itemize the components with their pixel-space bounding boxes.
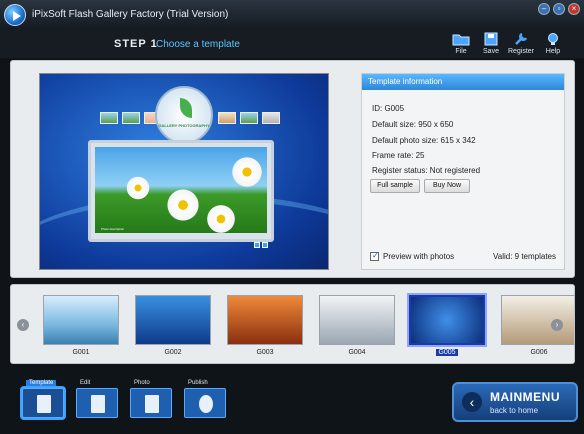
preview-photo: Photo description <box>95 147 267 233</box>
window-title: iPixSoft Flash Gallery Factory (Trial Ve… <box>32 9 229 20</box>
preview-thumb <box>100 112 118 124</box>
gallery-item[interactable]: G006 <box>501 295 574 356</box>
nav-photo-box[interactable] <box>130 388 172 418</box>
gallery-item-label: G004 <box>348 349 366 356</box>
preview-thumb <box>218 112 236 124</box>
app-logo-icon <box>4 4 26 26</box>
bottom-nav: Template Edit Photo Publish ‹ MAINMENU b… <box>0 368 584 434</box>
nav-label: Photo <box>134 380 150 386</box>
template-thumb <box>501 295 574 345</box>
template-thumb <box>43 295 119 345</box>
default-photo-size: Default photo size: 615 x 342 <box>372 136 476 145</box>
gallery-item[interactable]: G004 <box>319 295 395 356</box>
gallery-badge: GALLERY PHOTOGRAPHY <box>155 86 213 144</box>
title-bar: iPixSoft Flash Gallery Factory (Trial Ve… <box>0 0 584 30</box>
daisy <box>230 155 264 189</box>
gallery-next-icon[interactable]: › <box>551 319 563 331</box>
template-info-title: Template information <box>362 74 564 90</box>
folder-icon <box>452 34 470 46</box>
help-button[interactable]: Help <box>538 32 568 55</box>
step-header: STEP 1 Choose a template File Save Regis… <box>0 30 584 58</box>
template-thumb <box>227 295 303 345</box>
nav-template[interactable]: Template <box>18 380 68 422</box>
gallery-item-label: G001 <box>72 349 90 356</box>
gallery-item[interactable]: G001 <box>43 295 119 356</box>
default-size: Default size: 950 x 650 <box>372 120 454 129</box>
frame-rate: Frame rate: 25 <box>372 151 425 160</box>
save-button[interactable]: Save <box>476 32 506 55</box>
photo-frame: Photo description <box>88 140 274 242</box>
preview-thumb <box>122 112 140 124</box>
template-info-panel: Template information ID: G005 Default si… <box>361 73 565 270</box>
nav-edit[interactable]: Edit <box>72 380 122 422</box>
template-thumb <box>407 293 487 347</box>
valid-templates-count: Valid: 9 templates <box>493 252 556 261</box>
main-panel: GALLERY PHOTOGRAPHY Photo description Te… <box>10 60 575 278</box>
help-bulb-icon <box>548 33 558 45</box>
wrench-icon <box>515 32 528 45</box>
gallery-item-label: G005 <box>436 349 458 356</box>
next-slide-icon[interactable] <box>262 242 268 248</box>
nav-label: Publish <box>188 380 208 386</box>
gallery-item-selected[interactable]: G005 <box>407 293 487 356</box>
mainmenu-title: MAINMENU <box>490 390 560 404</box>
gallery-item[interactable]: G002 <box>135 295 211 356</box>
daisy <box>205 203 237 233</box>
prev-slide-icon[interactable] <box>254 242 260 248</box>
gallery-item[interactable]: G003 <box>227 295 303 356</box>
publish-icon <box>199 395 213 413</box>
template-id: ID: G005 <box>372 104 405 113</box>
photo-icon <box>145 395 159 413</box>
template-icon <box>37 395 51 413</box>
register-button[interactable]: Register <box>506 32 536 55</box>
back-arrow-icon: ‹ <box>462 392 482 412</box>
nav-publish-box[interactable] <box>184 388 226 418</box>
nav-edit-box[interactable] <box>76 388 118 418</box>
step-title: Choose a template <box>156 39 240 50</box>
template-thumb <box>319 295 395 345</box>
nav-template-box[interactable] <box>22 388 64 418</box>
minimize-button[interactable]: – <box>538 3 550 15</box>
template-preview[interactable]: GALLERY PHOTOGRAPHY Photo description <box>39 73 329 270</box>
gallery-prev-icon[interactable]: ‹ <box>17 319 29 331</box>
mainmenu-button[interactable]: ‹ MAINMENU back to home <box>452 382 578 422</box>
step-number: STEP 1 <box>114 38 158 50</box>
mainmenu-subtitle: back to home <box>490 406 539 415</box>
nav-publish[interactable]: Publish <box>180 380 230 422</box>
preview-thumb <box>262 112 280 124</box>
maximize-button[interactable]: ▫ <box>553 3 565 15</box>
nav-label: Template <box>26 380 57 386</box>
checkbox-label: Preview with photos <box>383 252 455 261</box>
template-gallery: ‹ G001 G002 G003 G004 G005 G006 › <box>10 284 575 364</box>
close-button[interactable]: × <box>568 3 580 15</box>
register-status: Register status: Not registered <box>372 166 481 175</box>
daisy <box>125 175 151 201</box>
badge-text: GALLERY PHOTOGRAPHY <box>158 123 210 128</box>
gallery-item-label: G003 <box>256 349 274 356</box>
full-sample-button[interactable]: Full sample <box>370 179 420 193</box>
template-thumb <box>135 295 211 345</box>
leaf-icon <box>180 98 192 118</box>
file-button[interactable]: File <box>446 32 476 55</box>
edit-icon <box>91 395 105 413</box>
gallery-item-label: G006 <box>530 349 548 356</box>
photo-caption: Photo description <box>101 227 125 231</box>
buy-now-button[interactable]: Buy Now <box>424 179 470 193</box>
preview-thumb <box>240 112 258 124</box>
nav-label: Edit <box>80 380 91 386</box>
daisy <box>165 187 201 223</box>
gallery-item-label: G002 <box>164 349 182 356</box>
checkbox-icon[interactable] <box>370 251 379 261</box>
nav-photo[interactable]: Photo <box>126 380 176 422</box>
save-icon <box>484 32 498 46</box>
